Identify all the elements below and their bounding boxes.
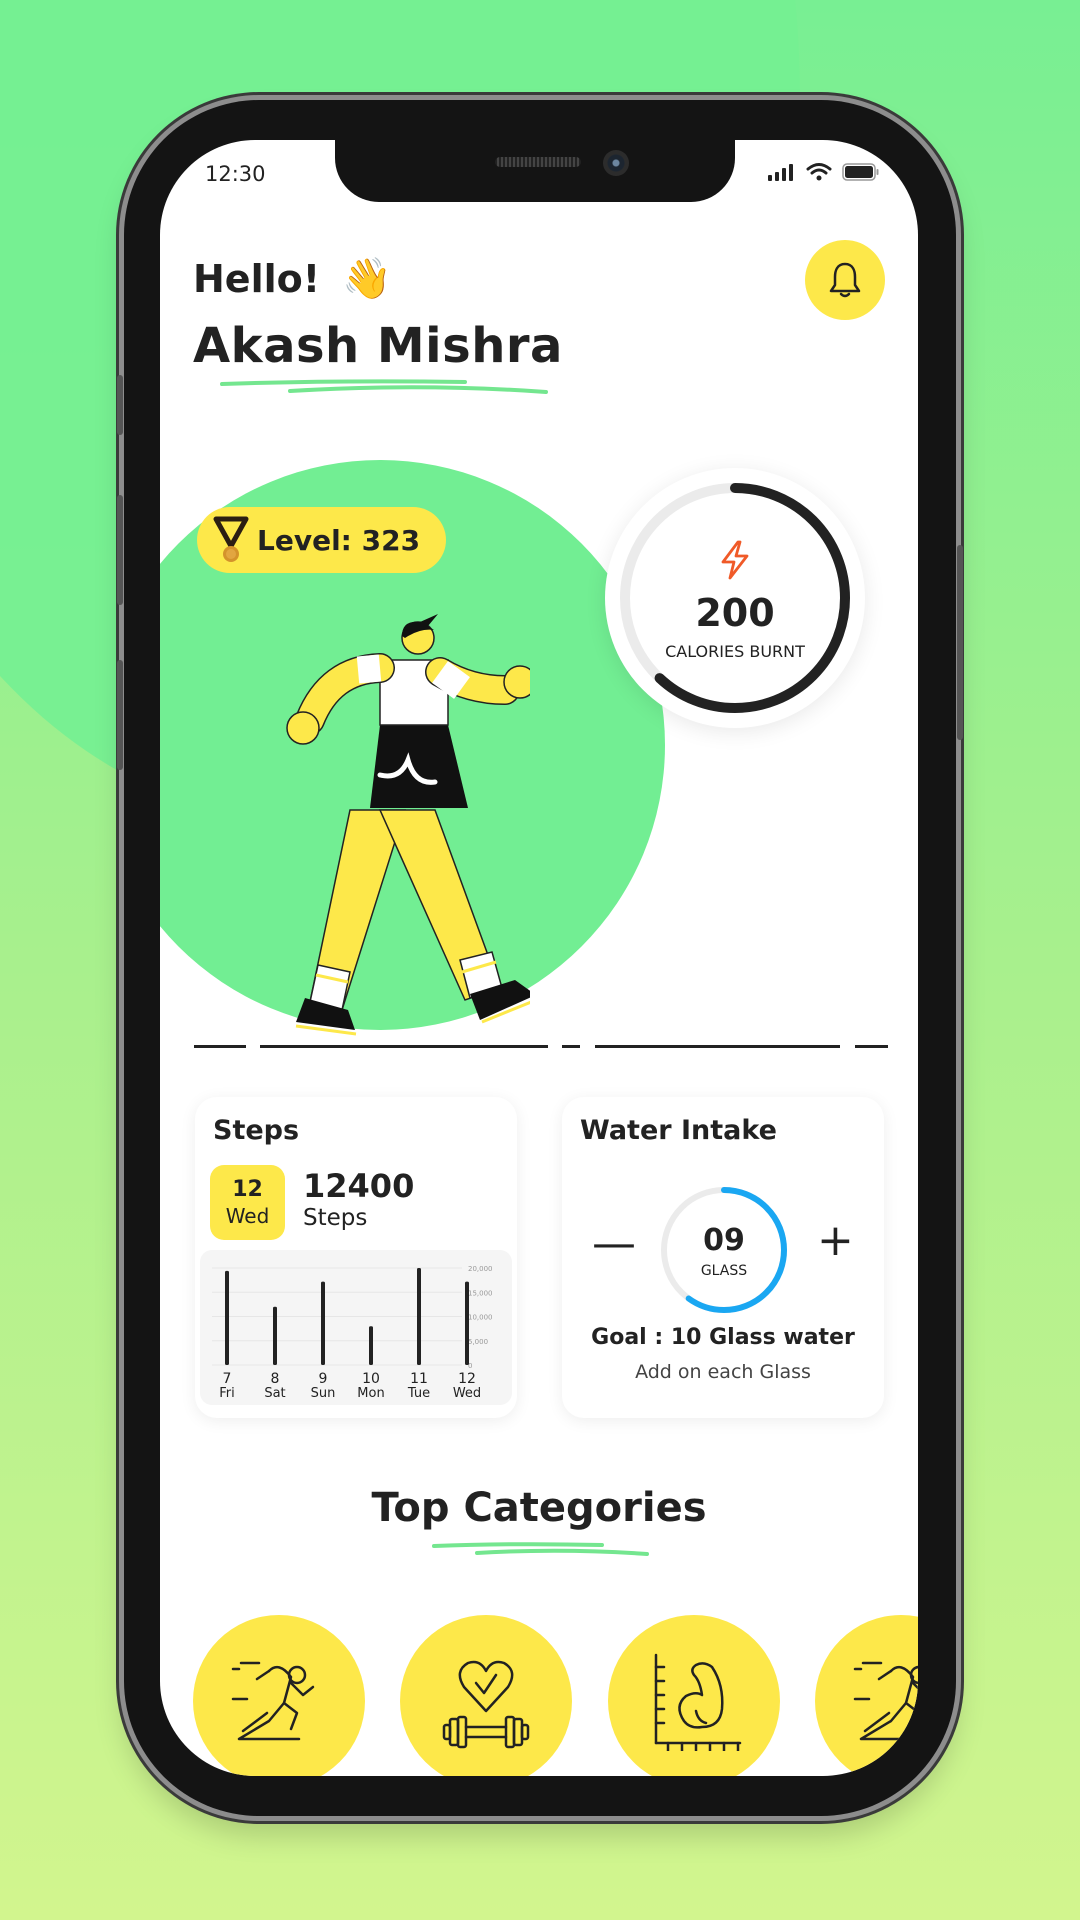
x-tick-day: 12 bbox=[458, 1371, 476, 1387]
steps-count: 12400 bbox=[303, 1167, 415, 1205]
steps-chart: 0 5,000 10,000 15,000 20,000 7 Fri 8 Sat 9 Sun 10 Mo… bbox=[200, 1250, 512, 1405]
water-intake-card: Water Intake — + 09 GLASS Goal : 10 Glas… bbox=[562, 1097, 884, 1418]
water-glass-label: GLASS bbox=[700, 1263, 748, 1279]
y-tick-label: 10,000 bbox=[468, 1314, 493, 1322]
calories-label: CALORIES BURNT bbox=[665, 642, 805, 661]
greeting: Hello! 👋 bbox=[193, 255, 392, 302]
steps-unit: Steps bbox=[303, 1205, 368, 1231]
y-tick-label: 15,000 bbox=[468, 1289, 493, 1297]
x-tick-weekday: Sat bbox=[264, 1386, 285, 1401]
ground-line bbox=[260, 1045, 548, 1048]
ground-line bbox=[595, 1045, 840, 1048]
top-categories-title: Top Categories bbox=[371, 1485, 707, 1531]
selected-date-day: 12 bbox=[232, 1177, 263, 1202]
app-screen: 12:30 Hello! 👋 Akash Mishra Level: 323 2… bbox=[160, 140, 918, 1776]
water-card-title: Water Intake bbox=[580, 1115, 777, 1146]
notification-button[interactable] bbox=[805, 240, 885, 320]
steps-bar bbox=[225, 1270, 229, 1365]
heart-dumbbell-icon bbox=[442, 1660, 530, 1749]
name-underline-decoration bbox=[220, 379, 548, 394]
ground-line bbox=[194, 1045, 246, 1048]
lightning-icon bbox=[721, 540, 749, 580]
category-running[interactable] bbox=[193, 1615, 365, 1776]
phone-side-button bbox=[117, 375, 123, 435]
x-tick-weekday: Wed bbox=[453, 1386, 481, 1401]
x-tick-day: 9 bbox=[319, 1371, 328, 1387]
steps-card[interactable]: Steps 12 Wed 12400 Steps 0 5,000 10,000 15,… bbox=[195, 1097, 517, 1418]
x-tick-day: 11 bbox=[410, 1371, 428, 1387]
y-tick-label: 20,000 bbox=[468, 1265, 493, 1273]
greeting-text: Hello! bbox=[193, 256, 321, 301]
notch bbox=[335, 140, 735, 202]
steps-bar bbox=[417, 1268, 421, 1365]
status-time: 12:30 bbox=[205, 162, 266, 186]
x-tick-weekday: Mon bbox=[357, 1386, 384, 1401]
phone-side-button bbox=[117, 660, 123, 770]
category-muscle-building[interactable] bbox=[608, 1615, 780, 1776]
steps-bar bbox=[273, 1306, 277, 1365]
categories-underline-decoration bbox=[432, 1542, 649, 1556]
decrease-water-button[interactable]: — bbox=[592, 1222, 636, 1266]
category-running-2[interactable] bbox=[815, 1615, 918, 1776]
steps-bar bbox=[321, 1281, 325, 1365]
calories-value: 200 bbox=[695, 591, 775, 635]
wave-hand-icon: 👋 bbox=[342, 256, 392, 302]
x-tick-day: 8 bbox=[271, 1371, 280, 1387]
steps-card-title: Steps bbox=[213, 1115, 300, 1146]
x-tick-weekday: Fri bbox=[219, 1386, 235, 1401]
calories-burnt-widget[interactable]: 200 CALORIES BURNT bbox=[605, 468, 865, 728]
running-icon bbox=[231, 1661, 315, 1741]
phone-side-button bbox=[117, 495, 123, 605]
steps-bar bbox=[465, 1281, 469, 1365]
ground-line bbox=[855, 1045, 888, 1048]
x-tick-weekday: Tue bbox=[407, 1386, 430, 1401]
status-icons bbox=[768, 162, 880, 181]
selected-date-pill[interactable]: 12 Wed bbox=[210, 1165, 285, 1240]
water-glass-count: 09 bbox=[703, 1223, 745, 1258]
bell-icon bbox=[829, 262, 861, 298]
speaker-grille bbox=[495, 157, 581, 167]
x-tick-day: 10 bbox=[362, 1371, 380, 1387]
x-tick-day: 7 bbox=[223, 1371, 232, 1387]
x-tick-weekday: Sun bbox=[311, 1386, 336, 1401]
running-icon bbox=[853, 1661, 918, 1741]
user-name: Akash Mishra bbox=[193, 318, 563, 374]
muscle-growth-icon bbox=[654, 1653, 742, 1751]
front-camera bbox=[603, 150, 629, 176]
wifi-icon bbox=[806, 163, 832, 181]
category-health-fitness[interactable] bbox=[400, 1615, 572, 1776]
selected-date-weekday: Wed bbox=[225, 1204, 270, 1228]
walking-person-illustration bbox=[286, 614, 530, 1036]
signal-icon bbox=[768, 164, 793, 181]
ground-line bbox=[562, 1045, 580, 1048]
y-tick-label: 5,000 bbox=[468, 1338, 488, 1346]
water-goal-text: Goal : 10 Glass water bbox=[591, 1325, 855, 1350]
battery-icon bbox=[842, 163, 879, 181]
phone-power-button bbox=[957, 545, 963, 740]
steps-bar-chart: 05,00010,00015,00020,0007Fri8Sat9Sun10Mo… bbox=[212, 1265, 493, 1401]
increase-water-button[interactable]: + bbox=[817, 1219, 854, 1263]
water-hint-text: Add on each Glass bbox=[635, 1361, 811, 1383]
steps-bar bbox=[369, 1326, 373, 1365]
